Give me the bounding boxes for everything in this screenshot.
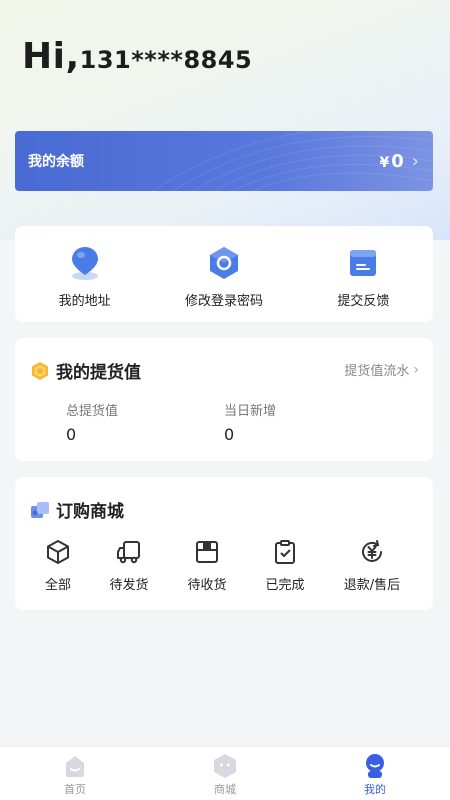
order-pending-receive-button[interactable]: 待收货 (167, 539, 247, 593)
cube-icon (47, 540, 69, 564)
quick-actions-card: 我的地址 修改登录密码 提交反馈 (15, 226, 433, 322)
balance-amount: 0 (391, 150, 404, 172)
balance-value: ¥0 › (380, 151, 419, 172)
address-label: 我的地址 (58, 294, 111, 309)
greeting: Hi,131****8845 (22, 36, 252, 77)
mall-title: 订购商城 (56, 502, 124, 522)
password-hexagon-icon (209, 247, 238, 279)
truck-icon (117, 541, 140, 564)
tab-store[interactable]: 商城 (150, 747, 300, 800)
tab-home-label: 首页 (64, 783, 86, 796)
total-pickup-label: 总提货值 (66, 404, 119, 419)
store-icon (214, 754, 236, 778)
mall-bag-icon (31, 501, 49, 518)
order-all-button[interactable]: 全部 (18, 539, 98, 593)
balance-label: 我的余额 (28, 154, 84, 170)
tab-store-label: 商城 (214, 783, 236, 796)
refund-icon (362, 540, 382, 562)
pickup-header: 我的提货值 (30, 358, 141, 383)
pickup-flow-label: 提货值流水 (344, 364, 410, 379)
order-status-row: 全部 待发货 待收货 已完成 退款/售后 (15, 539, 433, 599)
order-completed-label: 已完成 (265, 578, 305, 593)
order-completed-button[interactable]: 已完成 (245, 539, 325, 593)
feedback-label: 提交反馈 (337, 294, 390, 309)
currency-symbol: ¥ (379, 154, 390, 171)
greeting-hi: Hi, (22, 36, 80, 77)
balance-card[interactable]: 我的余额 ¥0 › (15, 131, 433, 191)
address-button[interactable]: 我的地址 (15, 226, 154, 322)
chevron-right-icon: › (411, 150, 419, 172)
greeting-phone: 131****8845 (79, 46, 253, 74)
feedback-button[interactable]: 提交反馈 (294, 226, 433, 322)
total-pickup-stat: 总提货值 0 (66, 400, 118, 444)
order-pending-ship-button[interactable]: 待发货 (89, 539, 169, 593)
today-pickup-stat: 当日新增 0 (224, 400, 276, 444)
tab-profile[interactable]: 我的 (300, 747, 450, 800)
feedback-card-icon (350, 250, 377, 276)
profile-icon (366, 754, 384, 778)
mall-card: 订购商城 全部 待发货 待收货 已完成 退款/售后 (15, 477, 433, 610)
pickup-flow-link[interactable]: 提货值流水 › (344, 360, 419, 380)
order-all-label: 全部 (44, 578, 71, 593)
order-refund-button[interactable]: 退款/售后 (332, 539, 412, 593)
tab-profile-label: 我的 (364, 783, 386, 796)
pickup-title: 我的提货值 (56, 363, 141, 383)
clipboard-check-icon (275, 540, 295, 564)
home-icon (66, 756, 84, 777)
change-password-button[interactable]: 修改登录密码 (154, 226, 293, 322)
today-pickup-label: 当日新增 (224, 404, 277, 419)
box-icon (196, 541, 218, 563)
order-pending-receive-label: 待收货 (187, 578, 227, 593)
total-pickup-value: 0 (66, 425, 77, 444)
today-pickup-value: 0 (224, 425, 235, 444)
coin-hexagon-icon (32, 361, 48, 380)
chevron-right-icon: › (413, 361, 419, 378)
order-pending-ship-label: 待发货 (109, 578, 149, 593)
order-refund-label: 退款/售后 (343, 578, 401, 593)
mall-header: 订购商城 (30, 497, 124, 522)
change-password-label: 修改登录密码 (184, 294, 263, 309)
tab-home[interactable]: 首页 (0, 747, 150, 800)
pickup-card: 我的提货值 提货值流水 › 总提货值 0 当日新增 0 (15, 338, 433, 461)
location-pin-icon (71, 247, 98, 280)
bottom-tab-bar: 首页 商城 我的 (0, 746, 450, 800)
